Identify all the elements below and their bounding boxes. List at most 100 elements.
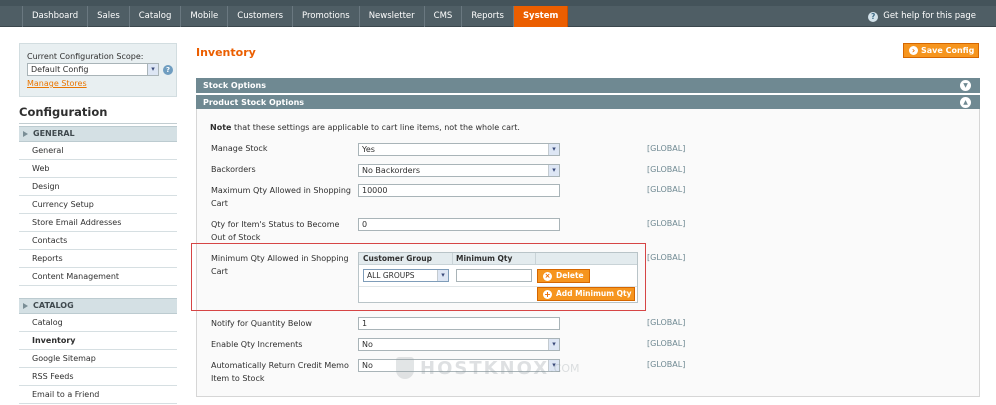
max-qty-input[interactable]: 10000 <box>358 184 560 197</box>
configuration-title: Configuration <box>19 105 108 119</box>
minimum-qty-table: Customer Group Minimum Qty ALL GROUPS ▾ … <box>358 252 638 303</box>
sidebar-item-design[interactable]: Design <box>19 178 177 196</box>
nav-system[interactable]: System <box>513 6 569 27</box>
main-navigation: Dashboard Sales Catalog Mobile Customers… <box>0 6 996 27</box>
select-value: No <box>362 361 373 370</box>
out-of-stock-qty-input[interactable]: 0 <box>358 218 560 231</box>
nav-customers[interactable]: Customers <box>228 6 294 27</box>
nav-newsletter[interactable]: Newsletter <box>360 6 425 27</box>
chevron-down-icon: ▾ <box>548 339 559 350</box>
delete-label: Delete <box>556 271 584 280</box>
select-value: Yes <box>362 145 375 154</box>
add-minimum-qty-button[interactable]: + Add Minimum Qty <box>537 287 635 301</box>
catalog-list: Catalog Inventory Google Sitemap RSS Fee… <box>19 314 177 404</box>
scope-select-value: Default Config <box>31 65 89 74</box>
section-header-general[interactable]: GENERAL <box>19 126 177 142</box>
enable-qty-increments-select[interactable]: No ▾ <box>358 338 560 351</box>
column-divider <box>535 253 536 265</box>
delete-button[interactable]: × Delete <box>537 269 590 283</box>
scope-tag: [GLOBAL] <box>647 144 686 153</box>
collapse-icon: ▲ <box>960 97 971 108</box>
scope-tag: [GLOBAL] <box>647 318 686 327</box>
page-title: Inventory <box>196 46 256 59</box>
arrow-right-icon: › <box>909 46 918 55</box>
scope-switcher: Current Configuration Scope: Default Con… <box>19 43 177 97</box>
group-title: Stock Options <box>203 81 266 90</box>
note-text: that these settings are applicable to ca… <box>231 123 520 132</box>
group-title: Product Stock Options <box>203 98 305 107</box>
group-header-product-stock-options[interactable]: Product Stock Options ▲ <box>196 95 980 110</box>
watermark-suffix: .COM <box>550 361 580 375</box>
sidebar-item-inventory[interactable]: Inventory <box>19 332 177 350</box>
question-icon[interactable]: ? <box>163 64 173 75</box>
scope-label: Current Configuration Scope: <box>27 52 144 61</box>
sidebar-item-rss-feeds[interactable]: RSS Feeds <box>19 368 177 386</box>
manage-stock-select[interactable]: Yes ▾ <box>358 143 560 156</box>
watermark: HOSTKNOX .COM <box>396 355 580 381</box>
sidebar-item-reports[interactable]: Reports <box>19 250 177 268</box>
add-minimum-qty-label: Add Minimum Qty <box>556 289 632 298</box>
field-label: Maximum Qty Allowed in Shopping Cart <box>211 186 351 208</box>
sidebar-item-content-management[interactable]: Content Management <box>19 268 177 286</box>
nav-catalog[interactable]: Catalog <box>130 6 182 27</box>
sidebar-item-google-sitemap[interactable]: Google Sitemap <box>19 350 177 368</box>
minimum-qty-input[interactable] <box>456 269 532 282</box>
nav-items: Dashboard Sales Catalog Mobile Customers… <box>22 6 569 27</box>
sidebar-item-currency-setup[interactable]: Currency Setup <box>19 196 177 214</box>
nav-mobile[interactable]: Mobile <box>181 6 229 27</box>
watermark-text: HOSTKNOX <box>420 357 550 379</box>
help-link[interactable]: ? Get help for this page <box>868 6 976 27</box>
manage-stores-link[interactable]: Manage Stores <box>27 79 87 88</box>
plus-icon: + <box>543 290 552 299</box>
field-label: Minimum Qty Allowed in Shopping Cart <box>211 254 349 276</box>
general-list: General Web Design Currency Setup Store … <box>19 142 177 286</box>
expand-icon: ▼ <box>960 80 971 91</box>
save-config-button[interactable]: › Save Config <box>903 43 979 58</box>
field-label: Automatically Return Credit Memo Item to… <box>211 361 349 383</box>
group-header-stock-options[interactable]: Stock Options ▼ <box>196 78 980 93</box>
scope-select[interactable]: Default Config ▾ <box>27 63 159 76</box>
sidebar-item-store-email-addresses[interactable]: Store Email Addresses <box>19 214 177 232</box>
sidebar-item-catalog[interactable]: Catalog <box>19 314 177 332</box>
customer-group-select[interactable]: ALL GROUPS ▾ <box>363 269 449 282</box>
scope-row: Default Config ▾ ? <box>27 63 176 76</box>
select-value: ALL GROUPS <box>367 271 415 280</box>
note-bold: Note <box>210 123 232 132</box>
scope-tag: [GLOBAL] <box>647 253 686 262</box>
shield-icon <box>396 357 414 379</box>
backorders-select[interactable]: No Backorders ▾ <box>358 164 560 177</box>
scope-tag: [GLOBAL] <box>647 339 686 348</box>
chevron-down-icon: ▾ <box>147 64 158 75</box>
nav-reports[interactable]: Reports <box>462 6 514 27</box>
field-label: Qty for Item's Status to Become Out of S… <box>211 220 340 242</box>
help-link-label: Get help for this page <box>883 11 976 21</box>
nav-cms[interactable]: CMS <box>425 6 463 27</box>
select-value: No <box>362 340 373 349</box>
table-header: Customer Group Minimum Qty <box>359 253 637 265</box>
column-header-customer-group: Customer Group <box>363 254 432 263</box>
config-sidebar: Current Configuration Scope: Default Con… <box>19 43 177 405</box>
select-value: No Backorders <box>362 166 421 175</box>
chevron-down-icon: ▾ <box>548 144 559 155</box>
field-label: Notify for Quantity Below <box>211 319 312 328</box>
field-label: Manage Stock <box>211 144 268 153</box>
notify-qty-input[interactable]: 1 <box>358 317 560 330</box>
chevron-down-icon: ▾ <box>548 165 559 176</box>
nav-promotions[interactable]: Promotions <box>293 6 360 27</box>
nav-dashboard[interactable]: Dashboard <box>22 6 89 27</box>
help-icon: ? <box>868 11 879 22</box>
save-config-label: Save Config <box>921 46 975 55</box>
sidebar-item-web[interactable]: Web <box>19 160 177 178</box>
field-label: Enable Qty Increments <box>211 340 303 349</box>
section-header-catalog[interactable]: CATALOG <box>19 298 177 314</box>
scope-tag: [GLOBAL] <box>647 165 686 174</box>
sidebar-item-email-to-a-friend[interactable]: Email to a Friend <box>19 386 177 404</box>
chevron-down-icon: ▾ <box>437 270 448 281</box>
scope-tag: [GLOBAL] <box>647 219 686 228</box>
sidebar-item-general[interactable]: General <box>19 142 177 160</box>
sidebar-item-contacts[interactable]: Contacts <box>19 232 177 250</box>
nav-sales[interactable]: Sales <box>88 6 130 27</box>
scope-tag: [GLOBAL] <box>647 360 686 369</box>
cart-note: Note that these settings are applicable … <box>210 123 520 132</box>
divider <box>19 123 177 124</box>
